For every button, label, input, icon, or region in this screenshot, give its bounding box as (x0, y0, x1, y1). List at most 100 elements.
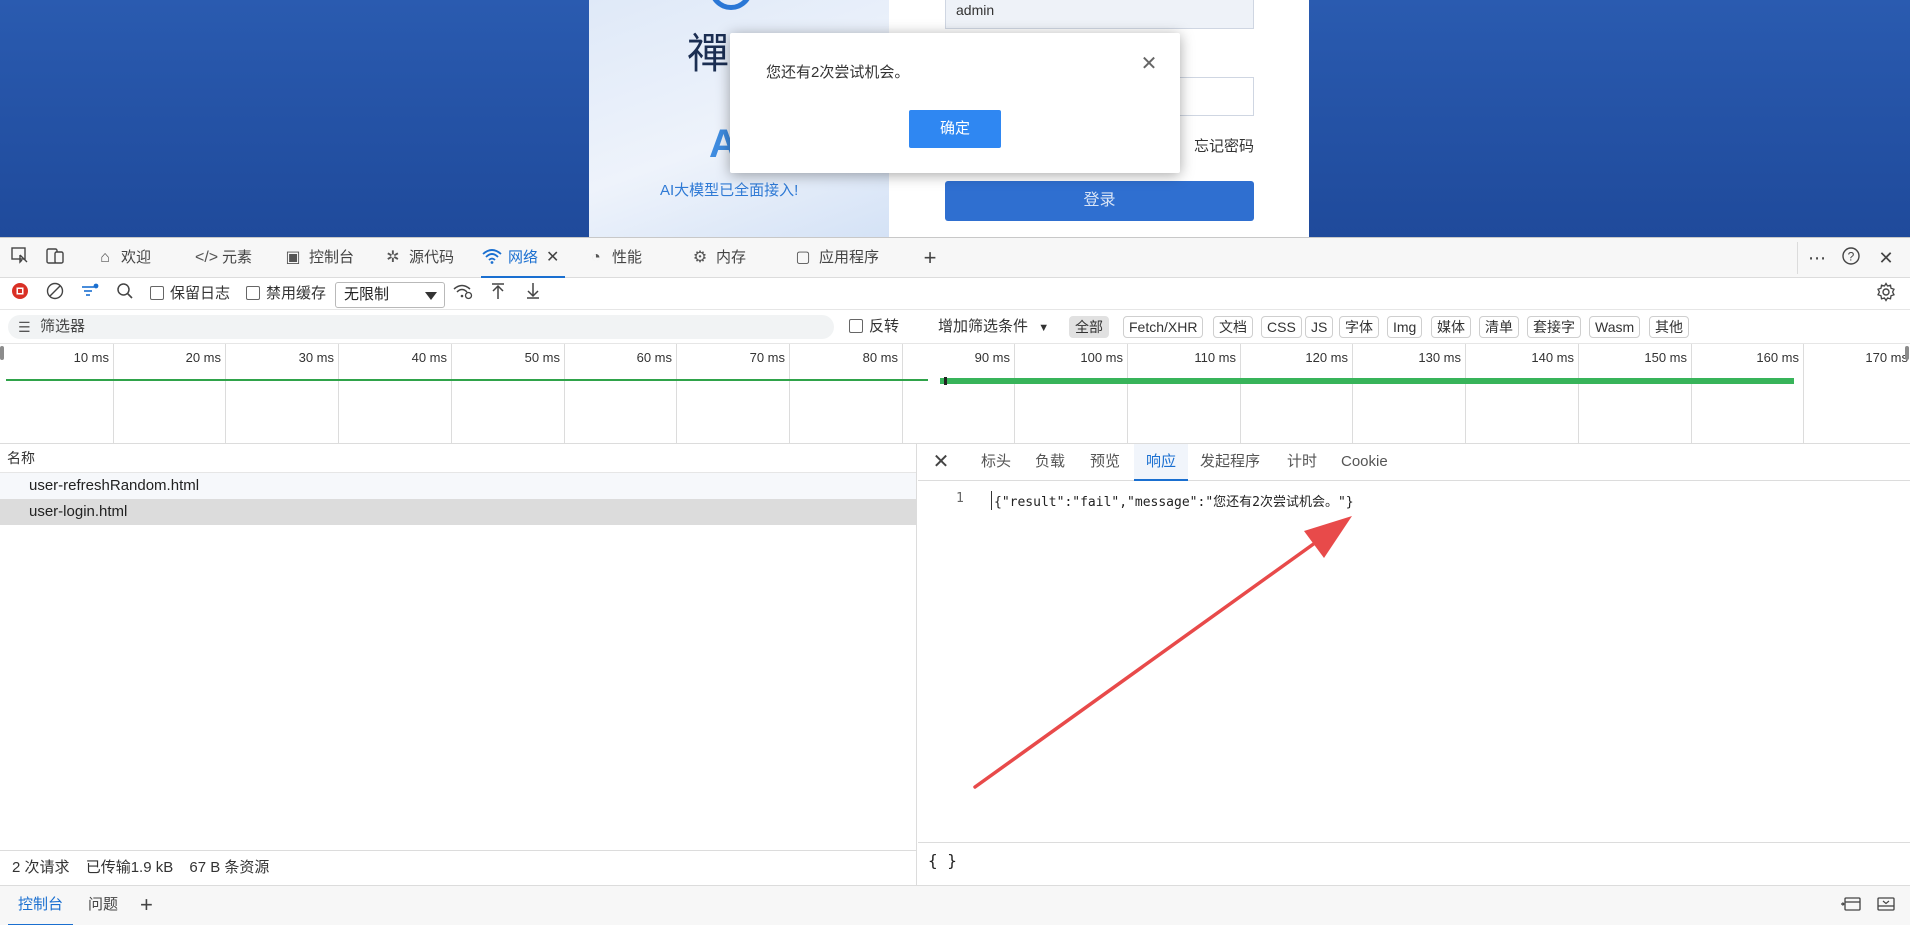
code-icon: </> (195, 249, 219, 266)
gear-icon[interactable] (1874, 282, 1898, 306)
tab-label: 应用程序 (819, 249, 880, 266)
timeline-gridline (1127, 344, 1128, 444)
name-column-header[interactable]: 名称 (0, 444, 916, 473)
request-row-selected[interactable]: user-login.html (0, 499, 916, 525)
timeline-handle-right[interactable] (1905, 346, 1909, 360)
filter-input[interactable]: ☰ 筛选器 (8, 315, 834, 339)
type-filter-doc[interactable]: 文档 (1213, 316, 1253, 338)
type-filter-manifest[interactable]: 清单 (1479, 316, 1519, 338)
close-tab-icon[interactable]: ✕ (546, 249, 559, 266)
export-har-icon[interactable] (521, 282, 545, 306)
throttling-value: 无限制 (344, 286, 390, 303)
timeline-gridline (451, 344, 452, 444)
network-conditions-icon[interactable] (451, 282, 475, 306)
transferred-size: 已传输1.9 kB (85, 859, 174, 876)
drawer-tab-console[interactable]: 控制台 (8, 886, 74, 925)
type-filter-img[interactable]: Img (1387, 316, 1423, 338)
devtools-tabbar: ⌂ 欢迎 </> 元素 ▣ 控制台 ✲ 源代码 网络 ✕ ◔ 性能 ⚙ 内存 ▢ 应用程序 + … (0, 238, 1910, 278)
tab-performance[interactable]: ◔ 性能 (585, 238, 642, 278)
search-icon[interactable] (113, 282, 137, 306)
close-details-icon[interactable]: ✕ (930, 451, 952, 473)
detail-tabbar: ✕ 标头 负载 预览 响应 发起程序 计时 Cookie (918, 444, 1910, 481)
device-emulation-icon[interactable] (43, 246, 67, 270)
type-filter-other[interactable]: 其他 (1649, 316, 1689, 338)
timeline-tick-label: 110 ms (1194, 350, 1236, 365)
timeline-gridline (225, 344, 226, 444)
clear-icon[interactable] (43, 282, 67, 306)
console-icon: ▣ (285, 249, 301, 266)
timeline-handle-left[interactable] (0, 346, 4, 360)
type-filter-font[interactable]: 字体 (1339, 316, 1379, 338)
timeline-tick-label: 60 ms (636, 350, 672, 365)
gauge-icon: ◔ (591, 249, 601, 266)
alert-dialog: 您还有2次尝试机会。 ✕ 确定 (730, 33, 1180, 173)
type-filter-all[interactable]: 全部 (1069, 316, 1109, 338)
timeline-tick-label: 50 ms (524, 350, 560, 365)
tab-elements[interactable]: </> 元素 (195, 238, 252, 278)
timeline-gridline (564, 344, 565, 444)
timeline-gridline (1578, 344, 1579, 444)
tab-response[interactable]: 响应 (1134, 444, 1189, 481)
pretty-print-button[interactable]: { } (928, 851, 957, 870)
tab-network[interactable]: 网络 ✕ (481, 238, 566, 278)
tab-timing[interactable]: 计时 (1287, 444, 1317, 481)
disable-cache-checkbox[interactable]: 禁用缓存 (246, 282, 326, 306)
throttling-select[interactable]: 无限制 (335, 282, 445, 308)
response-body[interactable]: {"result":"fail","message":"您还有2次尝试机会。"} (991, 491, 1354, 510)
timeline-tick-label: 10 ms (73, 350, 109, 365)
tab-welcome[interactable]: ⌂ 欢迎 (94, 238, 151, 278)
add-tab-icon[interactable]: + (918, 246, 942, 270)
timeline-gridline (1465, 344, 1466, 444)
filter-placeholder: 筛选器 (40, 318, 86, 335)
timeline-tick-label: 40 ms (411, 350, 447, 365)
tab-memory[interactable]: ⚙ 内存 (689, 238, 746, 278)
import-har-icon[interactable] (486, 282, 510, 306)
timeline-tick-label: 90 ms (974, 350, 1010, 365)
disable-cache-label: 禁用缓存 (266, 285, 327, 302)
chip-icon: ⚙ (692, 249, 708, 266)
close-icon[interactable]: ✕ (1138, 53, 1160, 75)
preserve-log-checkbox[interactable]: 保留日志 (150, 282, 230, 306)
tab-preview[interactable]: 预览 (1090, 444, 1120, 481)
type-filter-fetch-xhr[interactable]: Fetch/XHR (1123, 316, 1204, 338)
filter-bar: ☰ 筛选器 反转 增加筛选条件 ▼ 全部 Fetch/XHR 文档 CSS JS… (0, 310, 1910, 344)
add-filter-label: 增加筛选条件 (938, 318, 1029, 335)
timeline-tick-label: 120 ms (1305, 350, 1348, 365)
timeline-tick-label: 150 ms (1644, 350, 1687, 365)
timeline-overview[interactable]: 10 ms 20 ms 30 ms 40 ms 50 ms 60 ms 70 ms 80 ms… (0, 344, 1910, 444)
tab-initiator[interactable]: 发起程序 (1200, 444, 1260, 481)
tab-cookies[interactable]: Cookie (1341, 444, 1388, 481)
request-row[interactable]: user-refreshRandom.html (0, 473, 916, 499)
timeline-marker (944, 377, 947, 385)
close-devtools-icon[interactable]: ✕ (1874, 246, 1898, 270)
type-filter-websocket[interactable]: 套接字 (1527, 316, 1581, 338)
type-filter-css[interactable]: CSS (1261, 316, 1302, 338)
tab-application[interactable]: ▢ 应用程序 (792, 238, 879, 278)
timeline-bar-1 (6, 379, 928, 381)
record-stop-icon[interactable] (8, 282, 32, 306)
add-drawer-tab-icon[interactable]: + (140, 886, 153, 925)
tab-headers[interactable]: 标头 (981, 444, 1011, 481)
type-filter-media[interactable]: 媒体 (1431, 316, 1471, 338)
tab-console[interactable]: ▣ 控制台 (282, 238, 354, 278)
type-filter-wasm[interactable]: Wasm (1589, 316, 1641, 338)
help-icon[interactable]: ? (1839, 246, 1863, 270)
drawer-tab-issues[interactable]: 问题 (88, 886, 118, 925)
timeline-tick-label: 130 ms (1418, 350, 1461, 365)
tab-payload[interactable]: 负载 (1035, 444, 1065, 481)
checkbox-box (246, 286, 260, 300)
checkbox-box (150, 286, 164, 300)
invert-checkbox[interactable]: 反转 (849, 315, 899, 339)
tab-sources[interactable]: ✲ 源代码 (382, 238, 454, 278)
add-filter-dropdown[interactable]: 增加筛选条件 ▼ (938, 315, 1049, 339)
filter-toggle-icon[interactable] (78, 282, 102, 306)
request-count: 2 次请求 (12, 859, 70, 876)
dock-side-icon[interactable] (1840, 886, 1862, 925)
tab-label: 网络 (508, 249, 539, 266)
more-options-icon[interactable]: ⋯ (1805, 246, 1829, 270)
confirm-button[interactable]: 确定 (909, 110, 1001, 148)
type-filter-js[interactable]: JS (1305, 316, 1334, 338)
inspect-element-icon[interactable] (8, 246, 32, 270)
timeline-gridline (1352, 344, 1353, 444)
toggle-drawer-icon[interactable] (1876, 886, 1896, 925)
